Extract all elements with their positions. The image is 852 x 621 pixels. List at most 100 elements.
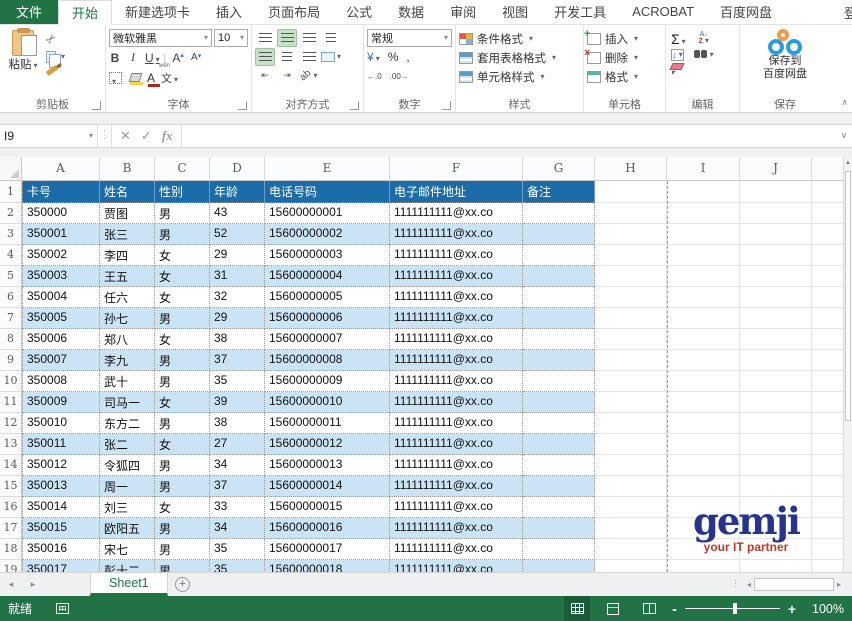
cell-E9[interactable]: 15600000008 [265, 350, 390, 371]
cell-C18[interactable]: 男 [155, 539, 210, 560]
increase-decimal-button[interactable]: ←.0 [367, 72, 382, 81]
cell-A13[interactable]: 350011 [22, 434, 100, 455]
cell-B16[interactable]: 刘三 [100, 497, 155, 518]
cell-G5[interactable] [523, 266, 595, 287]
formula-input[interactable] [182, 125, 836, 147]
font-color-button[interactable]: A [147, 73, 155, 83]
cell-F2[interactable]: 1111111111@xx.co [390, 203, 523, 224]
row-header-13[interactable]: 13 [0, 434, 22, 455]
accounting-format-button[interactable]: ¥ [367, 50, 380, 64]
cell-E14[interactable]: 15600000013 [265, 455, 390, 476]
cell-G10[interactable] [523, 371, 595, 392]
align-middle-button[interactable] [277, 29, 297, 47]
merge-center-button[interactable] [321, 48, 341, 66]
cell-F1[interactable]: 电子邮件地址 [390, 181, 523, 203]
cell-B9[interactable]: 李九 [100, 350, 155, 371]
tab-新建选项卡[interactable]: 新建选项卡 [112, 0, 203, 24]
cell-C10[interactable]: 男 [155, 371, 210, 392]
percent-format-button[interactable]: % [388, 50, 399, 64]
cancel-icon[interactable]: ✕ [120, 128, 131, 144]
column-header-F[interactable]: F [390, 157, 523, 181]
cell-H9[interactable] [595, 350, 667, 371]
cell-F3[interactable]: 1111111111@xx.co [390, 224, 523, 245]
decrease-indent-button[interactable]: ⇤ [255, 67, 275, 85]
orientation-button[interactable]: ab [299, 67, 319, 85]
cell-F8[interactable]: 1111111111@xx.co [390, 329, 523, 350]
cell-E1[interactable]: 电话号码 [265, 181, 390, 203]
cell-I3[interactable] [667, 224, 740, 245]
cell-F4[interactable]: 1111111111@xx.co [390, 245, 523, 266]
macro-record-icon[interactable] [56, 603, 69, 614]
cell-E17[interactable]: 15600000016 [265, 518, 390, 539]
cell-E16[interactable]: 15600000015 [265, 497, 390, 518]
cell-B6[interactable]: 任六 [100, 287, 155, 308]
select-all-corner[interactable] [0, 157, 22, 181]
cell-J14[interactable] [740, 455, 812, 476]
cell-J8[interactable] [740, 329, 812, 350]
cell-A17[interactable]: 350015 [22, 518, 100, 539]
cell-C14[interactable]: 男 [155, 455, 210, 476]
number-format-select[interactable]: 常规▾ [367, 29, 452, 47]
tab-开始[interactable]: 开始 [58, 0, 112, 25]
cell-G1[interactable]: 备注 [523, 181, 595, 203]
cell-C7[interactable]: 男 [155, 308, 210, 329]
cell-I9[interactable] [667, 350, 740, 371]
cell-C2[interactable]: 男 [155, 203, 210, 224]
cell-G9[interactable] [523, 350, 595, 371]
cell-C19[interactable]: 男 [155, 560, 210, 572]
cell-B18[interactable]: 宋七 [100, 539, 155, 560]
cell-E10[interactable]: 15600000009 [265, 371, 390, 392]
row-header-16[interactable]: 16 [0, 497, 22, 518]
number-dialog-launcher[interactable] [442, 101, 451, 110]
cell-E12[interactable]: 15600000011 [265, 413, 390, 434]
zoom-slider-thumb[interactable] [733, 603, 737, 614]
column-header-D[interactable]: D [210, 157, 265, 181]
cell-G11[interactable] [523, 392, 595, 413]
row-header-12[interactable]: 12 [0, 413, 22, 434]
cell-D18[interactable]: 35 [210, 539, 265, 560]
cell-J12[interactable] [740, 413, 812, 434]
tab-公式[interactable]: 公式 [333, 0, 385, 24]
cell-H12[interactable] [595, 413, 667, 434]
cell-J5[interactable] [740, 266, 812, 287]
row-header-5[interactable]: 5 [0, 266, 22, 287]
cell-H14[interactable] [595, 455, 667, 476]
zoom-level-label[interactable]: 100% [806, 602, 844, 616]
name-box[interactable]: I9 ▾ [0, 125, 98, 147]
zoom-out-button[interactable]: - [672, 601, 677, 617]
zoom-in-button[interactable]: + [788, 601, 796, 617]
cell-A3[interactable]: 350001 [22, 224, 100, 245]
cell-D3[interactable]: 52 [210, 224, 265, 245]
format-cells-button[interactable]: 格式 [587, 69, 638, 85]
cell-D1[interactable]: 年龄 [210, 181, 265, 203]
increase-indent-button[interactable]: ⇥ [277, 67, 297, 85]
cell-F16[interactable]: 1111111111@xx.co [390, 497, 523, 518]
bold-button[interactable]: B [109, 51, 121, 65]
clipboard-dialog-launcher[interactable] [92, 101, 101, 110]
cell-H7[interactable] [595, 308, 667, 329]
cell-A4[interactable]: 350002 [22, 245, 100, 266]
cell-B3[interactable]: 张三 [100, 224, 155, 245]
row-header-11[interactable]: 11 [0, 392, 22, 413]
tab-百度网盘[interactable]: 百度网盘 [707, 0, 785, 24]
row-header-18[interactable]: 18 [0, 539, 22, 560]
decrease-decimal-button[interactable]: .00→ [390, 72, 409, 81]
cell-F9[interactable]: 1111111111@xx.co [390, 350, 523, 371]
sheet-nav-next-icon[interactable]: ▸ [22, 573, 44, 596]
horizontal-scrollbar[interactable]: ◂ ▸ [744, 577, 844, 592]
cell-E6[interactable]: 15600000005 [265, 287, 390, 308]
comma-format-button[interactable]: , [406, 50, 409, 64]
cell-I10[interactable] [667, 371, 740, 392]
page-layout-view-button[interactable] [600, 596, 626, 621]
cell-D11[interactable]: 39 [210, 392, 265, 413]
cell-J7[interactable] [740, 308, 812, 329]
paste-button[interactable]: 粘贴 [3, 27, 43, 72]
cell-H1[interactable] [595, 181, 667, 203]
cell-A6[interactable]: 350004 [22, 287, 100, 308]
cell-E13[interactable]: 15600000012 [265, 434, 390, 455]
cell-C9[interactable]: 男 [155, 350, 210, 371]
cell-D9[interactable]: 37 [210, 350, 265, 371]
sheet-nav-prev-icon[interactable]: ◂ [0, 573, 22, 596]
cell-E5[interactable]: 15600000004 [265, 266, 390, 287]
cell-E18[interactable]: 15600000017 [265, 539, 390, 560]
